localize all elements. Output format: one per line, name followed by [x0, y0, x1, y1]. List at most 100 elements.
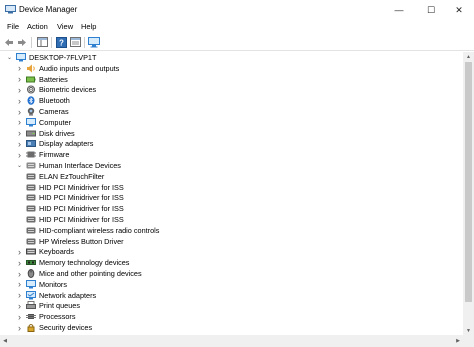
- tree-device-item[interactable]: HID-compliant wireless radio controls: [26, 225, 159, 236]
- menu-file[interactable]: File: [7, 22, 19, 31]
- tree-device-item[interactable]: HID PCI Minidriver for ISS: [26, 182, 124, 193]
- expand-arrow-icon[interactable]: ›: [16, 268, 23, 279]
- tree-category-item[interactable]: › Audio inputs and outputs: [16, 63, 119, 74]
- mouse-icon: [27, 269, 35, 278]
- monitor-icon: [26, 279, 36, 289]
- hid-device-icon: [26, 184, 36, 191]
- expand-arrow-icon[interactable]: ›: [16, 63, 23, 74]
- menu-action[interactable]: Action: [27, 22, 48, 31]
- menu-help[interactable]: Help: [81, 22, 96, 31]
- tree-category-item[interactable]: › Bluetooth: [16, 95, 70, 106]
- expand-arrow-icon[interactable]: ›: [16, 84, 23, 95]
- svg-text:?: ?: [59, 38, 64, 47]
- tree-category-item[interactable]: › Keyboards: [16, 246, 74, 257]
- tree-item-label: Mice and other pointing devices: [39, 269, 142, 278]
- expand-arrow-icon[interactable]: ›: [16, 246, 23, 257]
- title-bar: Device Manager — ☐ ✕: [0, 0, 474, 20]
- tree-item-label: HP Wireless Button Driver: [39, 236, 124, 246]
- expand-arrow-icon[interactable]: ›: [16, 138, 23, 149]
- printer-icon: [26, 301, 36, 310]
- properties-button[interactable]: [69, 36, 81, 48]
- memory-icon: [26, 260, 36, 266]
- expand-arrow-icon[interactable]: ›: [16, 322, 23, 333]
- tree-category-item[interactable]: › Network adapters: [16, 290, 96, 301]
- tree-category-item[interactable]: › Biometric devices: [16, 84, 96, 95]
- tree-category-item[interactable]: › Print queues: [16, 300, 80, 311]
- tree-item-label: Bluetooth: [39, 96, 70, 106]
- scroll-left-arrow-icon[interactable]: ◀: [0, 335, 10, 347]
- expand-arrow-icon[interactable]: ›: [16, 74, 23, 85]
- horizontal-scrollbar[interactable]: ◀ ▶: [0, 335, 463, 347]
- collapse-arrow-icon[interactable]: ⌄: [6, 52, 13, 63]
- properties-icon: [69, 37, 81, 47]
- keyboard-icon: [26, 248, 36, 255]
- maximize-button[interactable]: ☐: [416, 0, 446, 20]
- tree-category-item[interactable]: › Cameras: [16, 106, 69, 117]
- tree-device-item[interactable]: HP Wireless Button Driver: [26, 236, 124, 247]
- bluetooth-icon: [27, 96, 35, 105]
- device-manager-icon: [5, 5, 16, 14]
- scrollbar-corner: [463, 335, 474, 347]
- forward-button[interactable]: [16, 36, 28, 48]
- minimize-button[interactable]: —: [384, 0, 414, 20]
- help-button[interactable]: ?: [55, 36, 67, 48]
- help-icon: ?: [55, 36, 67, 48]
- hid-device-icon: [26, 205, 36, 212]
- expand-arrow-icon[interactable]: ›: [16, 300, 23, 311]
- expand-arrow-icon[interactable]: ›: [16, 128, 23, 139]
- expand-arrow-icon[interactable]: ›: [16, 106, 23, 117]
- close-button[interactable]: ✕: [444, 0, 474, 20]
- tree-category-item[interactable]: › Computer: [16, 117, 71, 128]
- tree-root[interactable]: ⌄ DESKTOP-7FLVP1T: [6, 52, 96, 63]
- scroll-up-arrow-icon[interactable]: ▲: [463, 52, 474, 61]
- tree-category-item[interactable]: › Monitors: [16, 279, 67, 290]
- battery-icon: [26, 76, 36, 83]
- scroll-right-arrow-icon[interactable]: ▶: [453, 335, 463, 347]
- vertical-scroll-thumb[interactable]: [465, 62, 472, 302]
- tree-device-item[interactable]: HID PCI Minidriver for ISS: [26, 192, 124, 203]
- tree-category-item[interactable]: › Processors: [16, 311, 76, 322]
- computer-icon: [26, 117, 36, 127]
- device-tree: ⌄ DESKTOP-7FLVP1T › Audio inputs and outp…: [0, 52, 463, 335]
- tree-item-label: Processors: [39, 312, 76, 322]
- expand-arrow-icon[interactable]: ›: [16, 257, 23, 268]
- expand-arrow-icon[interactable]: ›: [16, 149, 23, 160]
- tree-category-item[interactable]: › Batteries: [16, 74, 68, 85]
- tree-item-label: HID PCI Minidriver for ISS: [39, 204, 124, 214]
- tree-category-item[interactable]: ⌄ Human Interface Devices: [16, 160, 121, 171]
- expand-arrow-icon[interactable]: ›: [16, 290, 23, 301]
- show-hide-console-tree-button[interactable]: [36, 36, 48, 48]
- vertical-scrollbar[interactable]: ▲ ▼: [463, 52, 474, 335]
- tree-item-label: Memory technology devices: [39, 258, 130, 268]
- tree-item-label: Monitors: [39, 279, 67, 289]
- tree-category-item[interactable]: › Display adapters: [16, 138, 93, 149]
- scan-hardware-changes-button[interactable]: [88, 36, 100, 48]
- tree-device-item[interactable]: HID PCI Minidriver for ISS: [26, 214, 124, 225]
- tree-item-label: Network adapters: [39, 290, 97, 300]
- scroll-down-arrow-icon[interactable]: ▼: [463, 326, 474, 335]
- tree-category-item[interactable]: › Mice and other pointing devices: [16, 268, 142, 279]
- collapse-arrow-icon[interactable]: ⌄: [16, 160, 23, 171]
- tree-category-item[interactable]: › Firmware: [16, 149, 69, 160]
- window-title: Device Manager: [19, 5, 78, 14]
- fingerprint-icon: [27, 85, 35, 94]
- tree-item-label: Batteries: [39, 74, 68, 84]
- forward-arrow-icon: [18, 38, 26, 46]
- back-button[interactable]: [3, 36, 15, 48]
- expand-arrow-icon[interactable]: ›: [16, 279, 23, 290]
- tree-device-item[interactable]: ELAN EzTouchFilter: [26, 171, 104, 182]
- expand-arrow-icon[interactable]: ›: [16, 311, 23, 322]
- firmware-icon: [26, 151, 36, 158]
- menu-view[interactable]: View: [57, 22, 73, 31]
- tree-device-item[interactable]: HID PCI Minidriver for ISS: [26, 203, 124, 214]
- expand-arrow-icon[interactable]: ›: [16, 95, 23, 106]
- expand-arrow-icon[interactable]: ›: [16, 117, 23, 128]
- tree-category-item[interactable]: › Memory technology devices: [16, 257, 129, 268]
- hid-device-icon: [26, 238, 36, 245]
- tree-item-label: Display adapters: [39, 139, 94, 149]
- tree-item-label: Cameras: [39, 107, 69, 116]
- hid-device-icon: [26, 216, 36, 223]
- hid-device-icon: [26, 173, 36, 180]
- tree-category-item[interactable]: › Security devices: [16, 322, 92, 333]
- tree-category-item[interactable]: › Disk drives: [16, 128, 75, 139]
